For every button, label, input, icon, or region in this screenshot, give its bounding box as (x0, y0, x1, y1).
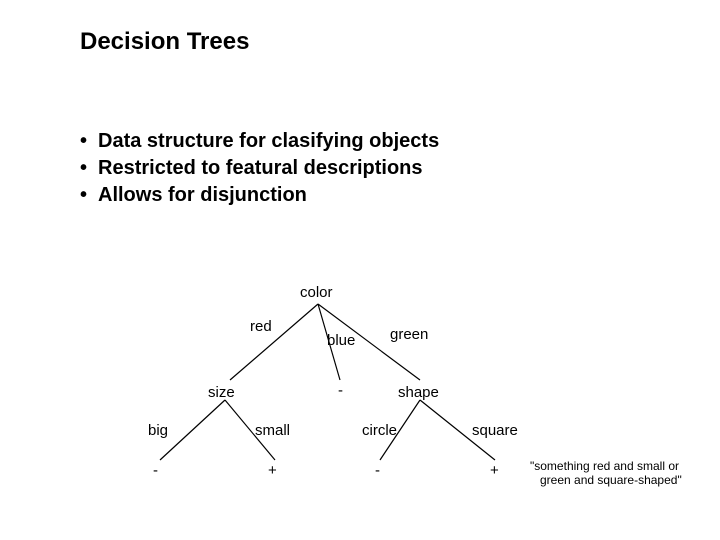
edge-label-square: square (472, 422, 518, 439)
caption-line1: "something red and small or (530, 460, 679, 474)
edge-label-blue: blue (327, 332, 355, 349)
edge-color-red (230, 304, 318, 380)
edge-label-big: big (148, 422, 168, 439)
leaf-circle: - (375, 462, 380, 479)
node-size: size (208, 384, 235, 401)
edge-label-circle: circle (362, 422, 397, 439)
leaf-big: - (153, 462, 158, 479)
leaf-small: + (268, 462, 277, 479)
leaf-blue: - (338, 382, 343, 399)
edge-size-big (160, 400, 225, 460)
edge-label-small: small (255, 422, 290, 439)
node-shape: shape (398, 384, 439, 401)
leaf-square: + (490, 462, 499, 479)
edge-label-red: red (250, 318, 272, 335)
slide: Decision Trees •Data structure for clasi… (0, 0, 720, 540)
edge-label-green: green (390, 326, 428, 343)
caption-line2: green and square-shaped" (540, 474, 682, 488)
node-color: color (300, 284, 333, 301)
